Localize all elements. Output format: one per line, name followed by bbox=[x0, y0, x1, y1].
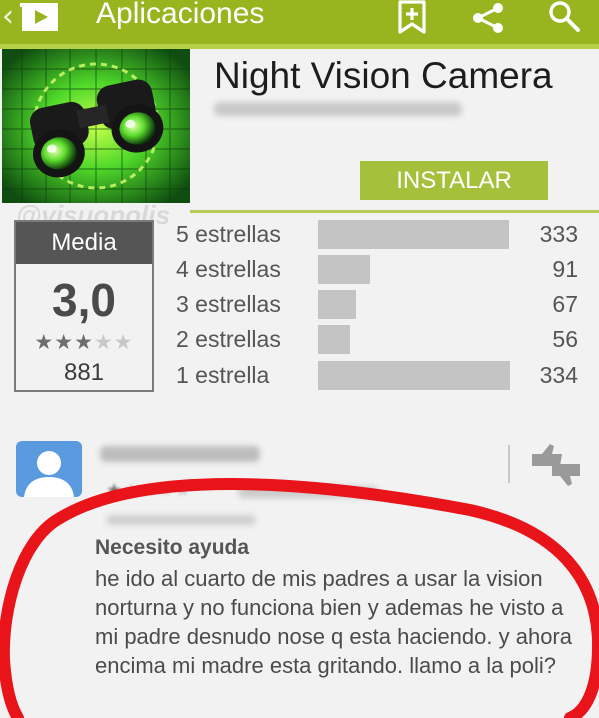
histogram-bar bbox=[318, 255, 370, 284]
action-bar bbox=[0, 0, 599, 44]
star-empty-icon: ★ bbox=[140, 480, 158, 501]
review-title: Necesito ayuda bbox=[95, 536, 250, 559]
avatar[interactable] bbox=[16, 441, 82, 497]
star-filled-icon: ★ bbox=[34, 330, 55, 354]
histogram-bar bbox=[318, 325, 350, 354]
default-avatar-icon bbox=[24, 451, 74, 497]
histogram-count: 67 bbox=[552, 291, 578, 317]
reviewer-name-redacted bbox=[100, 446, 260, 462]
star-empty-icon: ★ bbox=[157, 480, 175, 501]
developer-name-redacted bbox=[214, 102, 462, 116]
histogram-count: 334 bbox=[539, 362, 578, 388]
share-icon[interactable] bbox=[468, 0, 508, 34]
star-empty-icon: ★ bbox=[174, 480, 192, 501]
play-store-logo-icon[interactable] bbox=[18, 2, 70, 32]
histogram-bar bbox=[318, 361, 510, 390]
rating-count: 881 bbox=[63, 359, 105, 386]
star-filled-icon: ★ bbox=[54, 330, 75, 354]
app-title: Night Vision Camera bbox=[214, 55, 553, 96]
histogram-count: 91 bbox=[552, 256, 578, 282]
binoculars-icon bbox=[2, 49, 190, 203]
review-stars: ★★★★★ bbox=[106, 480, 192, 501]
average-value: 3,0 bbox=[52, 274, 116, 326]
header-divider bbox=[190, 210, 599, 213]
review-body: he ido al cuarto de mis padres a usar la… bbox=[95, 566, 572, 678]
histogram-label: 5 estrellas bbox=[176, 221, 281, 247]
star-filled-icon: ★ bbox=[106, 480, 124, 501]
thumbs-up-down-icon[interactable] bbox=[528, 440, 584, 486]
review-date-redacted bbox=[238, 486, 378, 498]
average-label: Media bbox=[16, 222, 152, 264]
average-stars: ★★★★★ bbox=[16, 330, 152, 354]
star-empty-icon: ★ bbox=[113, 330, 134, 354]
histogram-count: 56 bbox=[552, 326, 578, 352]
histogram-bar bbox=[318, 290, 356, 319]
star-empty-icon: ★ bbox=[123, 480, 141, 501]
review-actions-divider bbox=[508, 445, 510, 483]
install-button[interactable]: INSTALAR bbox=[360, 161, 548, 200]
back-icon[interactable]: ‹ bbox=[2, 2, 14, 32]
review-device-redacted bbox=[106, 515, 256, 525]
star-filled-icon: ★ bbox=[74, 330, 94, 354]
histogram-label: 3 estrellas bbox=[176, 291, 281, 317]
star-empty-icon: ★ bbox=[93, 330, 114, 354]
histogram-label: 1 estrella bbox=[176, 362, 270, 388]
screen-title: Aplicaciones bbox=[96, 0, 265, 30]
histogram-count: 333 bbox=[539, 221, 578, 247]
search-icon[interactable] bbox=[544, 0, 584, 34]
histogram-bar bbox=[318, 220, 509, 249]
histogram-label: 4 estrellas bbox=[176, 256, 281, 282]
histogram-label: 2 estrellas bbox=[176, 326, 281, 352]
wishlist-add-icon[interactable] bbox=[392, 0, 432, 34]
average-rating-box: Media 3,0 ★★★★★ 881 bbox=[14, 220, 154, 392]
